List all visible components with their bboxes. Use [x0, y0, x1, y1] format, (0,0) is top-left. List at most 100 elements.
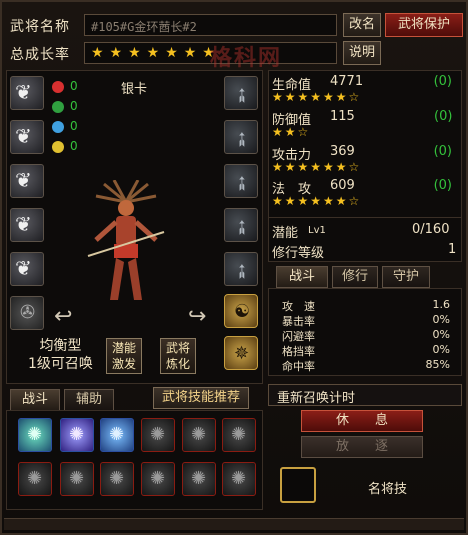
protect-general-button[interactable]: 武将保护 [385, 13, 463, 37]
skill-slot-3[interactable]: ✺ [100, 418, 134, 452]
weapon-slot-1[interactable]: ➶ [224, 76, 258, 110]
blue-gem-icon [52, 121, 64, 133]
tab-skill-combat[interactable]: 战斗 [10, 389, 60, 411]
dodge-rate-label: 闪避率 [282, 330, 315, 343]
spiral-icon: ✺ [150, 468, 166, 489]
swirl-icon: ✺ [27, 424, 43, 445]
yellow-gem-icon [52, 141, 64, 153]
weapon-slot-3[interactable]: ➶ [224, 164, 258, 198]
skill-slot-10[interactable]: ✺ [141, 462, 175, 496]
skill-recommend-button[interactable]: 武将技能推荐 [153, 387, 249, 409]
equip-slot-5[interactable]: ❦ [10, 252, 44, 286]
skill-slot-11[interactable]: ✺ [182, 462, 216, 496]
rest-button[interactable]: 休 息 [301, 410, 423, 432]
yin-yang-icon: ☯ [234, 301, 251, 322]
magic-stars: ★★★★★★☆ [272, 194, 362, 208]
defense-stars: ★★☆ [272, 125, 311, 139]
skill-slot-7[interactable]: ✺ [18, 462, 52, 496]
skill-slot-2[interactable]: ✺ [60, 418, 94, 452]
lock-icon: ✇ [20, 302, 36, 323]
crit-rate-value: 0% [432, 313, 450, 326]
skill-slot-8[interactable]: ✺ [60, 462, 94, 496]
equip-slot-4[interactable]: ❦ [10, 208, 44, 242]
spiral-icon: ✺ [231, 468, 247, 489]
hp-growth: (0) [433, 74, 452, 89]
potential-value: 0/160 [412, 222, 450, 237]
green-gem-icon [52, 101, 64, 113]
fame-skill-slot[interactable] [280, 467, 316, 503]
hit-rate-row: 命中率 85% [282, 358, 450, 373]
spear-icon: ➶ [226, 168, 256, 198]
equip-slot-2[interactable]: ❦ [10, 120, 44, 154]
attack-stars: ★★★★★★☆ [272, 160, 362, 174]
crit-rate-label: 暴击率 [282, 315, 315, 328]
skill-slot-9[interactable]: ✺ [100, 462, 134, 496]
spiral-icon: ✺ [231, 424, 247, 445]
weapon-slot-5[interactable]: ➶ [224, 252, 258, 286]
divider [268, 217, 462, 218]
wing-icon: ❦ [15, 124, 32, 148]
general-figure [87, 180, 165, 300]
tab-cultivate[interactable]: 修行 [332, 266, 378, 288]
yin-yang-button[interactable]: ☯ [224, 294, 258, 328]
defense-value: 115 [330, 109, 355, 124]
wing-icon: ❦ [15, 256, 32, 280]
attack-value: 369 [330, 144, 355, 159]
skill-slot-5[interactable]: ✺ [182, 418, 216, 452]
watermark-text: 格科网 [210, 46, 283, 71]
spear-icon: ➶ [226, 124, 256, 154]
skill-slot-6[interactable]: ✺ [222, 418, 256, 452]
spiral-icon: ✺ [69, 468, 85, 489]
potential-level: Lv1 [308, 225, 326, 236]
skill-slot-4[interactable]: ✺ [141, 418, 175, 452]
magic-value: 609 [330, 178, 355, 193]
spiral-icon: ✺ [27, 468, 43, 489]
red-gem-count: 0 [70, 79, 78, 93]
spiral-icon: ✺ [191, 468, 207, 489]
attack-speed-label: 攻 速 [282, 300, 315, 313]
potential-awaken-button[interactable]: 潜能激发 [106, 338, 142, 374]
equip-slot-3[interactable]: ❦ [10, 164, 44, 198]
green-gem-count: 0 [70, 99, 78, 113]
yellow-gem-count: 0 [70, 139, 78, 153]
swirl-icon: ✺ [109, 424, 125, 445]
resummon-timer: 重新召唤计时 [268, 384, 462, 406]
help-button[interactable]: 说明 [343, 41, 381, 65]
growth-stars: ★★★★★★★ [91, 45, 221, 61]
weapon-slot-2[interactable]: ➶ [224, 120, 258, 154]
attack-speed-row: 攻 速 1.6 [282, 298, 450, 313]
spiral-icon: ✺ [109, 468, 125, 489]
pinwheel-button[interactable]: ✵ [224, 336, 258, 370]
general-name-field[interactable]: #105#G金环莤长#2 [84, 14, 337, 36]
skill-slot-1[interactable]: ✺ [18, 418, 52, 452]
red-gem-icon [52, 81, 64, 93]
release-button[interactable]: 放 逐 [301, 436, 423, 458]
weapon-slot-4[interactable]: ➶ [224, 208, 258, 242]
attack-growth: (0) [433, 144, 452, 159]
bottom-bar [4, 518, 464, 530]
block-rate-label: 格挡率 [282, 345, 315, 358]
tab-combat[interactable]: 战斗 [276, 266, 328, 288]
crit-rate-row: 暴击率 0% [282, 313, 450, 328]
rename-button[interactable]: 改名 [343, 13, 381, 37]
cultivate-value: 1 [448, 242, 457, 257]
tab-guard[interactable]: 守护 [382, 266, 430, 288]
potential-label: 潜能 [272, 226, 299, 241]
rotate-left-icon[interactable]: ↩ [54, 304, 72, 329]
wing-icon: ❦ [15, 168, 32, 192]
general-refine-button[interactable]: 武将炼化 [160, 338, 196, 374]
fame-skill-label: 名将技 [368, 482, 408, 497]
wing-icon: ❦ [15, 80, 32, 104]
equip-slot-1[interactable]: ❦ [10, 76, 44, 110]
rotate-right-icon[interactable]: ↪ [188, 304, 206, 329]
swirl-icon: ✺ [69, 424, 85, 445]
skill-slot-12[interactable]: ✺ [222, 462, 256, 496]
hp-value: 4771 [330, 74, 364, 89]
locked-slot[interactable]: ✇ [10, 296, 44, 330]
spiral-icon: ✺ [150, 424, 166, 445]
cultivate-label: 修行等级 [272, 246, 325, 261]
spear-icon: ➶ [226, 80, 256, 110]
defense-growth: (0) [434, 109, 453, 124]
tab-skill-support[interactable]: 辅助 [64, 389, 114, 411]
hp-stars: ★★★★★★☆ [272, 90, 362, 104]
